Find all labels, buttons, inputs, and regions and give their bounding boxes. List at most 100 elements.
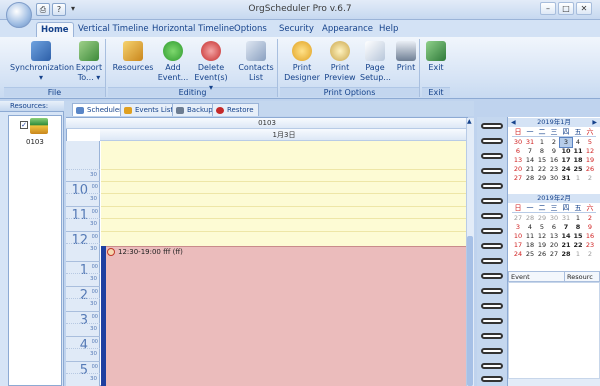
calendar-day[interactable]: 25 xyxy=(572,165,584,174)
calendar-day[interactable]: 13 xyxy=(512,156,524,165)
print-preview-button[interactable]: Print Preview xyxy=(323,41,357,83)
calendar-day[interactable]: 9 xyxy=(548,147,560,156)
calendar-day[interactable]: 16 xyxy=(548,156,560,165)
calendar-day[interactable]: 27 xyxy=(512,214,524,223)
tab-home[interactable]: Home xyxy=(36,22,74,37)
add-event-button[interactable]: Add Event... xyxy=(156,41,190,83)
calendar-day[interactable]: 24 xyxy=(560,165,572,174)
calendar-day[interactable]: 30 xyxy=(512,138,524,147)
calendar-day[interactable]: 31 xyxy=(524,138,536,147)
calendar-day[interactable]: 30 xyxy=(548,214,560,223)
calendar-day[interactable]: 24 xyxy=(512,250,524,259)
calendar-day[interactable]: 19 xyxy=(584,156,596,165)
calendar-day[interactable]: 1 xyxy=(572,174,584,183)
calendar-day[interactable]: 1 xyxy=(572,214,584,223)
calendar-day[interactable]: 23 xyxy=(548,165,560,174)
calendar-day[interactable]: 14 xyxy=(560,232,572,241)
print-button[interactable]: Print xyxy=(393,41,419,73)
calendar-day[interactable]: 28 xyxy=(524,174,536,183)
calendar-day[interactable]: 17 xyxy=(560,156,572,165)
calendar-day[interactable]: 7 xyxy=(524,147,536,156)
calendar-day[interactable]: 29 xyxy=(536,214,548,223)
resource-item-label[interactable]: 0103 xyxy=(26,138,44,146)
calendar-day[interactable]: 15 xyxy=(572,232,584,241)
events-grid[interactable] xyxy=(508,282,600,386)
minimize-icon[interactable]: – xyxy=(540,2,556,15)
calendar-day[interactable]: 5 xyxy=(536,223,548,232)
exit-button[interactable]: Exit xyxy=(424,41,448,73)
calendar-day[interactable]: 4 xyxy=(524,223,536,232)
calendar-day[interactable]: 20 xyxy=(512,165,524,174)
maximize-icon[interactable]: □ xyxy=(558,2,574,15)
close-icon[interactable]: ✕ xyxy=(576,2,592,15)
calendar-day[interactable]: 28 xyxy=(524,214,536,223)
tab-options[interactable]: Options xyxy=(230,22,271,37)
calendar-day[interactable]: 12 xyxy=(536,232,548,241)
resource-checkbox[interactable]: ✓ xyxy=(20,121,28,129)
calendar-day[interactable]: 31 xyxy=(560,214,572,223)
calendar-day[interactable]: 18 xyxy=(572,156,584,165)
calendar-day[interactable]: 30 xyxy=(548,174,560,183)
tab-scheduler[interactable]: Scheduler xyxy=(72,103,128,116)
calendar-day[interactable]: 20 xyxy=(548,241,560,250)
calendar-day[interactable]: 7 xyxy=(560,223,572,232)
contacts-list-button[interactable]: Contacts List xyxy=(238,41,274,83)
calendar-day[interactable]: 1 xyxy=(572,250,584,259)
calendar-day[interactable]: 17 xyxy=(512,241,524,250)
synchronization-button[interactable]: Synchronization ▾ xyxy=(10,41,74,83)
tab-security[interactable]: Security xyxy=(275,22,318,37)
calendar-day[interactable]: 2 xyxy=(584,174,596,183)
calendar-day[interactable]: 23 xyxy=(584,241,596,250)
date-column-header[interactable]: 1月3日 xyxy=(100,129,468,141)
calendar-day[interactable]: 25 xyxy=(524,250,536,259)
calendar-day[interactable]: 6 xyxy=(512,147,524,156)
events-grid-scrollbar[interactable] xyxy=(508,378,600,386)
event-column-header[interactable]: Event xyxy=(509,272,565,281)
calendar-day[interactable]: 27 xyxy=(512,174,524,183)
tab-horizontal-timeline[interactable]: Horizontal Timeline xyxy=(148,22,238,37)
tab-help[interactable]: Help xyxy=(375,22,402,37)
calendar-day[interactable]: 28 xyxy=(560,250,572,259)
calendar-day[interactable]: 18 xyxy=(524,241,536,250)
calendar-day[interactable]: 29 xyxy=(536,174,548,183)
calendar-day[interactable]: 2 xyxy=(584,214,596,223)
calendar-day[interactable]: 22 xyxy=(536,165,548,174)
delete-events-button[interactable]: Delete Event(s) ▾ xyxy=(192,41,230,93)
calendar-day[interactable]: 26 xyxy=(536,250,548,259)
appointment-block[interactable] xyxy=(101,246,468,386)
export-button[interactable]: Export To... ▾ xyxy=(74,41,104,83)
tab-events-list[interactable]: Events List xyxy=(120,103,179,116)
calendar-day[interactable]: 21 xyxy=(524,165,536,174)
calendar-day[interactable]: 16 xyxy=(584,232,596,241)
calendar-day[interactable]: 9 xyxy=(584,223,596,232)
next-month-icon[interactable]: ▶ xyxy=(592,118,597,127)
calendar-day[interactable]: 1 xyxy=(536,138,548,147)
tab-appearance[interactable]: Appearance xyxy=(318,22,377,37)
calendar-day[interactable]: 3 xyxy=(512,223,524,232)
scroll-up-icon[interactable]: ▲ xyxy=(467,119,473,125)
resource-column-header[interactable]: Resourc xyxy=(565,272,593,281)
tab-vertical-timeline[interactable]: Vertical Timeline xyxy=(74,22,153,37)
calendar-day[interactable]: 2 xyxy=(584,250,596,259)
calendar-day[interactable]: 4 xyxy=(572,138,584,147)
resources-button[interactable]: Resources xyxy=(112,41,154,73)
calendar-day[interactable]: 8 xyxy=(536,147,548,156)
calendar-day[interactable]: 21 xyxy=(560,241,572,250)
print-designer-button[interactable]: Print Designer xyxy=(284,41,320,83)
calendar-day-selected[interactable]: 3 xyxy=(559,137,573,148)
calendar-day[interactable]: 10 xyxy=(560,147,572,156)
tab-restore[interactable]: Restore xyxy=(212,103,259,116)
prev-month-icon[interactable]: ◀ xyxy=(511,118,516,127)
calendar-day[interactable]: 13 xyxy=(548,232,560,241)
calendar-day[interactable]: 14 xyxy=(524,156,536,165)
calendar-day[interactable]: 31 xyxy=(560,174,572,183)
calendar-day[interactable]: 27 xyxy=(548,250,560,259)
tab-backup[interactable]: Backup xyxy=(172,103,218,116)
page-setup-button[interactable]: Page Setup... xyxy=(360,41,391,83)
calendar-day[interactable]: 11 xyxy=(524,232,536,241)
calendar-day[interactable]: 19 xyxy=(536,241,548,250)
calendar-day[interactable]: 22 xyxy=(572,241,584,250)
calendar-day[interactable]: 11 xyxy=(572,147,584,156)
calendar-day[interactable]: 6 xyxy=(548,223,560,232)
calendar-day[interactable]: 10 xyxy=(512,232,524,241)
